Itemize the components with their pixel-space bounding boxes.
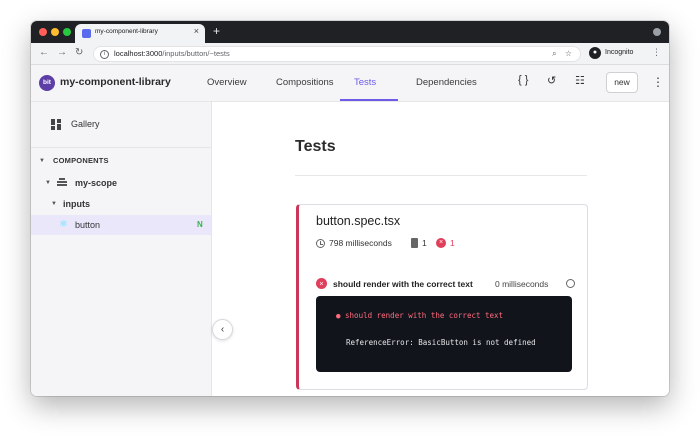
test-file-name: button.spec.tsx [316,214,401,228]
test-case-name: should render with the correct text [333,279,473,289]
url-input[interactable]: i localhost:3000/inputs/button/~tests ⌕ … [93,46,581,62]
window-close-button[interactable] [39,28,47,36]
react-icon: ⚛ [59,219,68,230]
browser-tab[interactable]: my-component-library × [75,24,205,43]
tab-overview[interactable]: Overview [207,77,247,88]
chevron-down-icon: ▼ [39,158,45,164]
new-button[interactable]: new [606,72,638,93]
gallery-label: Gallery [71,119,100,129]
title-divider [295,175,587,176]
scope-icon [57,178,67,187]
active-tab-indicator [340,99,398,101]
new-tab-button[interactable]: + [213,24,220,38]
browser-profile-icon[interactable] [653,28,661,36]
new-status-badge: N [197,220,203,229]
incognito-icon: ● [589,47,601,59]
test-file-count: 1 [422,238,427,248]
sidebar: Gallery ▼ COMPONENTS ▼ my-scope ▼ inputs… [31,102,212,396]
error-test-line: ● should render with the correct text [336,311,504,320]
browser-menu-icon[interactable]: ⋮ [652,47,661,58]
clock-icon [566,279,575,288]
history-icon[interactable]: ↺ [547,74,556,87]
fail-icon: × [436,238,446,248]
reload-icon[interactable]: ↻ [75,47,83,59]
components-section-label: COMPONENTS [53,156,109,165]
code-icon[interactable]: { } [518,74,528,86]
favicon-icon [82,29,91,38]
bookmark-star-icon[interactable]: ☆ [565,49,572,58]
more-menu-icon[interactable]: ⋮ [652,75,664,89]
site-info-icon[interactable]: i [100,50,109,59]
url-host: localhost:3000 [114,49,163,58]
component-label: button [75,220,101,230]
test-file-meta: 798 milliseconds 1 × 1 [316,238,576,250]
sidebar-item-inputs[interactable]: ▼ inputs [31,196,211,212]
omnibox-actions: ⌕ ☆ [552,49,572,59]
gallery-icon [51,119,61,130]
file-icon [411,238,418,248]
error-detail-line: ReferenceError: BasicButton is not defin… [346,338,536,347]
app-header: bit my-component-library Overview Compos… [31,65,669,102]
test-case-row[interactable]: × should render with the correct text 0 … [316,278,578,290]
page-title: Tests [295,138,336,155]
fail-icon: × [316,278,327,289]
url-text: localhost:3000/inputs/button/~tests [114,49,230,58]
sidebar-item-button[interactable]: ⚛ button N [31,215,211,235]
incognito-indicator[interactable]: ● Incognito [589,47,653,61]
test-case-duration: 0 milliseconds [495,279,549,289]
tab-compositions[interactable]: Compositions [276,77,334,88]
tab-dependencies[interactable]: Dependencies [416,77,477,88]
chevron-down-icon: ▼ [51,201,57,207]
chevron-down-icon: ▼ [45,180,51,186]
app-title[interactable]: my-component-library [60,76,171,88]
browser-window: my-component-library × + ← → ↻ i localho… [31,21,669,396]
scope-label: my-scope [75,178,118,188]
forward-icon[interactable]: → [57,47,67,59]
url-path: /inputs/button/~tests [162,49,230,58]
window-minimize-button[interactable] [51,28,59,36]
window-maximize-button[interactable] [63,28,71,36]
sidebar-item-gallery[interactable]: Gallery [51,118,171,132]
collapse-sidebar-button[interactable]: ‹ [212,319,233,340]
error-output-console: ● should render with the correct text Re… [316,296,572,372]
test-file-card: button.spec.tsx 798 milliseconds 1 × 1 ×… [296,204,588,390]
browser-tab-title: my-component-library [95,28,158,35]
bit-logo-icon[interactable]: bit [39,75,55,91]
properties-icon[interactable]: ☷ [575,74,585,87]
folder-label: inputs [63,199,90,209]
browser-tab-strip: my-component-library × + [31,21,669,43]
test-file-duration: 798 milliseconds [329,238,392,248]
test-fail-count: 1 [450,238,455,248]
back-icon[interactable]: ← [39,47,49,59]
zoom-icon[interactable]: ⌕ [552,49,556,58]
tab-close-icon[interactable]: × [194,26,199,36]
tab-tests[interactable]: Tests [354,77,376,88]
components-section-header[interactable]: ▼ COMPONENTS [31,153,211,169]
sidebar-item-scope[interactable]: ▼ my-scope [31,175,211,191]
main-content: Tests button.spec.tsx 798 milliseconds 1… [213,102,669,396]
address-bar-row: ← → ↻ i localhost:3000/inputs/button/~te… [31,43,669,65]
incognito-label: Incognito [605,49,634,56]
sidebar-divider [31,147,211,148]
clock-icon [316,239,325,248]
